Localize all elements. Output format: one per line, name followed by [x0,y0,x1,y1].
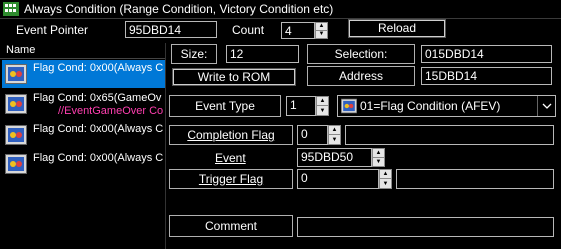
list-item-text: Flag Cond: 0x65(GameOv [33,92,162,104]
list-item[interactable]: Flag Cond: 0x65(GameOv //EventGameOver C… [2,90,165,124]
comment-input[interactable] [297,217,554,237]
list-item-comment: //EventGameOver Co [58,105,164,117]
flag-condition-icon [341,98,357,114]
event-link[interactable]: Event [215,151,246,165]
window-title: Always Condition (Range Condition, Victo… [24,2,334,16]
list-item[interactable]: Flag Cond: 0x00(Always C [2,121,165,149]
reload-button[interactable]: Reload [348,19,446,38]
event-type-selected: 01=Flag Condition (AFEV) [360,99,501,113]
event-pointer-label: Event Pointer [16,23,89,37]
stepper-up-icon[interactable]: ▲ [329,126,340,135]
event-pointer-field[interactable]: 95DBD50 [297,148,372,167]
detail-panel: Size: 12 Selection: 015DBD14 Write to RO… [167,43,561,249]
event-type-dropdown[interactable]: 01=Flag Condition (AFEV) [337,95,556,117]
trigger-flag-description[interactable] [396,169,554,189]
completion-flag-input[interactable]: 0 [297,125,328,145]
flag-condition-icon [5,64,27,84]
flag-condition-icon [5,94,27,114]
completion-flag-stepper[interactable]: ▲ ▼ [328,125,341,145]
selection-label: Selection: [307,44,415,64]
stepper-down-icon[interactable]: ▼ [373,158,384,167]
stepper-down-icon[interactable]: ▼ [380,179,391,188]
stepper-down-icon[interactable]: ▼ [316,31,327,39]
list-item-text: Flag Cond: 0x00(Always C [33,62,164,74]
write-to-rom-button[interactable]: Write to ROM [172,68,296,86]
completion-flag-link[interactable]: Completion Flag [169,125,293,145]
list-item[interactable]: Flag Cond: 0x00(Always C [2,150,165,178]
stepper-up-icon[interactable]: ▲ [373,149,384,158]
stepper-up-icon[interactable]: ▲ [317,97,328,106]
comment-label: Comment [169,215,293,237]
trigger-flag-stepper[interactable]: ▲ ▼ [379,169,392,189]
count-input[interactable]: 4 [281,22,315,39]
size-label: Size: [171,44,217,64]
list-item-text: Flag Cond: 0x00(Always C [33,123,164,135]
stepper-down-icon[interactable]: ▼ [317,106,328,115]
selection-field[interactable]: 015DBD14 [421,45,552,63]
event-type-stepper[interactable]: ▲ ▼ [316,96,329,116]
list-item[interactable]: Flag Cond: 0x00(Always C [2,60,165,88]
event-type-label: Event Type [169,95,281,117]
address-field[interactable]: 15DBD14 [421,67,552,85]
stepper-up-icon[interactable]: ▲ [380,170,391,179]
toolbar: Event Pointer 95DBD14 Count 4 ▲ ▼ Reload [0,19,561,41]
trigger-flag-link[interactable]: Trigger Flag [169,169,293,189]
app-icon [3,2,19,16]
title-bar: Always Condition (Range Condition, Victo… [0,0,561,19]
list-header-name[interactable]: Name [0,43,165,59]
event-list[interactable]: Name Flag Cond: 0x00(Always C Flag Cond:… [0,43,166,249]
trigger-flag-input[interactable]: 0 [297,169,379,189]
count-label: Count [232,23,265,37]
flag-condition-icon [5,125,27,145]
chevron-down-icon[interactable] [537,96,555,116]
count-stepper[interactable]: ▲ ▼ [315,22,328,39]
event-pointer-stepper[interactable]: ▲ ▼ [372,148,385,167]
stepper-down-icon[interactable]: ▼ [329,135,340,144]
address-label: Address [307,66,415,86]
event-pointer-input[interactable]: 95DBD14 [125,21,217,38]
completion-flag-description[interactable] [345,125,554,145]
list-item-text: Flag Cond: 0x00(Always C [33,152,164,164]
stepper-up-icon[interactable]: ▲ [316,23,327,31]
size-field[interactable]: 12 [226,45,299,63]
event-type-number[interactable]: 1 [286,96,316,116]
flag-condition-icon [5,154,27,174]
